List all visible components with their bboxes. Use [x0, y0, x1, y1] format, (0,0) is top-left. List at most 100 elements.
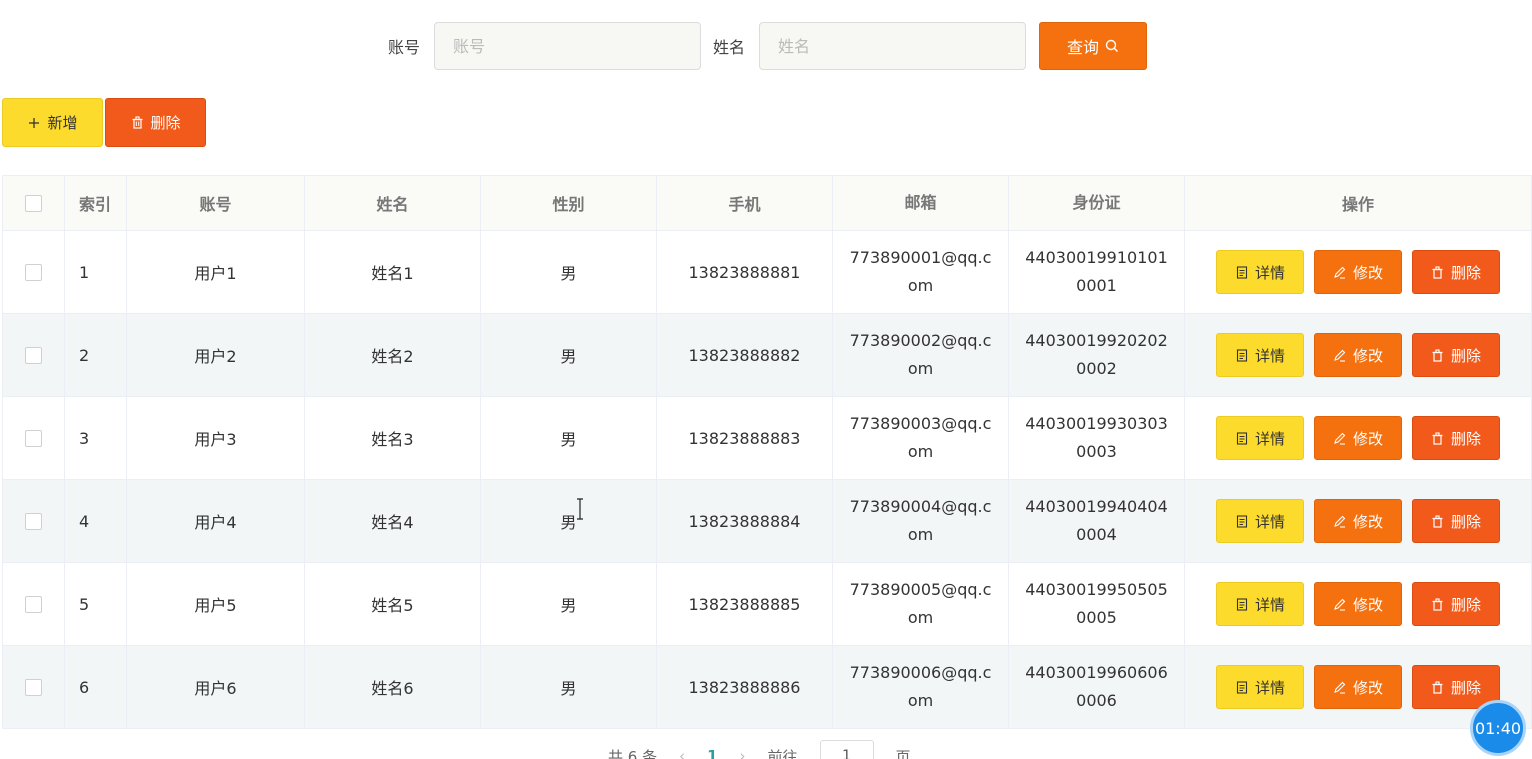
edit-button-label: 修改: [1352, 263, 1383, 282]
cell-gender: 男: [481, 480, 657, 563]
pagination-next-button[interactable]: ›: [740, 747, 746, 759]
pagination-current-page[interactable]: 1: [707, 747, 717, 759]
document-icon: [1235, 348, 1249, 362]
edit-button[interactable]: 修改: [1314, 333, 1402, 377]
edit-button-label: 修改: [1352, 512, 1383, 531]
pagination-prev-button[interactable]: ‹: [679, 747, 685, 759]
delete-button[interactable]: 删除: [1412, 499, 1500, 543]
edit-button[interactable]: 修改: [1314, 499, 1402, 543]
pagination-goto-label: 前往: [767, 747, 798, 759]
document-icon: [1235, 265, 1249, 279]
query-button-label: 查询: [1067, 38, 1100, 57]
cell-index: 2: [65, 314, 127, 397]
cell-name: 姓名2: [305, 314, 481, 397]
user-table: 索引 账号 姓名 性别 手机 邮箱 身份证 操作 1 用户1 姓名1 男 138…: [2, 175, 1532, 729]
document-icon: [1235, 680, 1249, 694]
pagination-goto-input[interactable]: [819, 740, 874, 759]
trash-icon: [1431, 265, 1445, 279]
search-icon: [1105, 39, 1119, 53]
detail-button[interactable]: 详情: [1216, 665, 1304, 709]
detail-button[interactable]: 详情: [1216, 582, 1304, 626]
cell-phone: 13823888881: [657, 231, 833, 314]
edit-button-label: 修改: [1352, 346, 1383, 365]
delete-button[interactable]: 删除: [1412, 333, 1500, 377]
row-checkbox[interactable]: [25, 678, 42, 696]
delete-button[interactable]: 删除: [1412, 582, 1500, 626]
cell-id-card: 440300199404040004: [1009, 480, 1185, 563]
edit-button-label: 修改: [1352, 429, 1383, 448]
row-checkbox[interactable]: [25, 263, 42, 281]
edit-button[interactable]: 修改: [1314, 582, 1402, 626]
query-button[interactable]: 查询: [1039, 22, 1148, 70]
account-search-input[interactable]: [434, 22, 702, 70]
cell-email: 773890003@qq.com: [833, 397, 1009, 480]
edit-button[interactable]: 修改: [1314, 250, 1402, 294]
detail-button[interactable]: 详情: [1216, 499, 1304, 543]
row-checkbox[interactable]: [25, 346, 42, 364]
cell-ops: 详情 修改 删除: [1185, 480, 1532, 563]
edit-pen-icon: [1333, 597, 1347, 611]
cell-ops: 详情 修改 删除: [1185, 314, 1532, 397]
row-check-cell: [3, 480, 65, 563]
cell-id-card: 440300199303030003: [1009, 397, 1185, 480]
cell-phone: 13823888885: [657, 563, 833, 646]
table-row: 6 用户6 姓名6 男 13823888886 773890006@qq.com…: [3, 646, 1532, 729]
add-button[interactable]: 新增: [2, 98, 103, 147]
table-row: 1 用户1 姓名1 男 13823888881 773890001@qq.com…: [3, 231, 1532, 314]
detail-button[interactable]: 详情: [1216, 416, 1304, 460]
header-gender: 性别: [481, 176, 657, 231]
row-checkbox[interactable]: [25, 429, 42, 447]
row-check-cell: [3, 646, 65, 729]
name-search-input[interactable]: [759, 22, 1027, 70]
detail-button[interactable]: 详情: [1216, 250, 1304, 294]
recording-timer-badge[interactable]: 01:40: [1470, 700, 1526, 756]
edit-pen-icon: [1333, 431, 1347, 445]
row-checkbox[interactable]: [25, 512, 42, 530]
header-id-card: 身份证: [1009, 176, 1185, 231]
cell-phone: 13823888882: [657, 314, 833, 397]
delete-button[interactable]: 删除: [1412, 416, 1500, 460]
table-header-row: 索引 账号 姓名 性别 手机 邮箱 身份证 操作: [3, 176, 1532, 231]
cell-email: 773890002@qq.com: [833, 314, 1009, 397]
cell-id-card: 440300199606060006: [1009, 646, 1185, 729]
cell-id-card: 440300199101010001: [1009, 231, 1185, 314]
cell-email: 773890004@qq.com: [833, 480, 1009, 563]
cell-account: 用户5: [127, 563, 305, 646]
detail-button[interactable]: 详情: [1216, 333, 1304, 377]
pagination: 共 6 条 ‹ 1 › 前往 页: [608, 740, 911, 759]
cell-gender: 男: [481, 397, 657, 480]
batch-delete-button[interactable]: 删除: [105, 98, 206, 147]
trash-icon: [1431, 514, 1445, 528]
cell-account: 用户1: [127, 231, 305, 314]
delete-button-label: 删除: [1450, 429, 1481, 448]
row-checkbox[interactable]: [25, 595, 42, 613]
detail-button-label: 详情: [1254, 429, 1285, 448]
delete-button[interactable]: 删除: [1412, 250, 1500, 294]
edit-button[interactable]: 修改: [1314, 665, 1402, 709]
detail-button-label: 详情: [1254, 595, 1285, 614]
document-icon: [1235, 514, 1249, 528]
cell-name: 姓名1: [305, 231, 481, 314]
row-check-cell: [3, 314, 65, 397]
account-search-label: 账号: [388, 38, 421, 57]
cell-index: 3: [65, 397, 127, 480]
cell-phone: 13823888883: [657, 397, 833, 480]
cell-name: 姓名4: [305, 480, 481, 563]
trash-icon: [1431, 348, 1445, 362]
cell-phone: 13823888886: [657, 646, 833, 729]
header-email: 邮箱: [833, 176, 1009, 231]
edit-button[interactable]: 修改: [1314, 416, 1402, 460]
cell-account: 用户3: [127, 397, 305, 480]
name-search-label: 姓名: [713, 38, 746, 57]
edit-pen-icon: [1333, 680, 1347, 694]
edit-pen-icon: [1333, 514, 1347, 528]
select-all-checkbox[interactable]: [25, 194, 42, 212]
search-bar: 账号 姓名 查询: [388, 22, 1148, 70]
cell-index: 6: [65, 646, 127, 729]
cell-name: 姓名6: [305, 646, 481, 729]
table-row: 3 用户3 姓名3 男 13823888883 773890003@qq.com…: [3, 397, 1532, 480]
delete-button-label: 删除: [1450, 263, 1481, 282]
cell-gender: 男: [481, 231, 657, 314]
edit-pen-icon: [1333, 265, 1347, 279]
cell-ops: 详情 修改 删除: [1185, 231, 1532, 314]
